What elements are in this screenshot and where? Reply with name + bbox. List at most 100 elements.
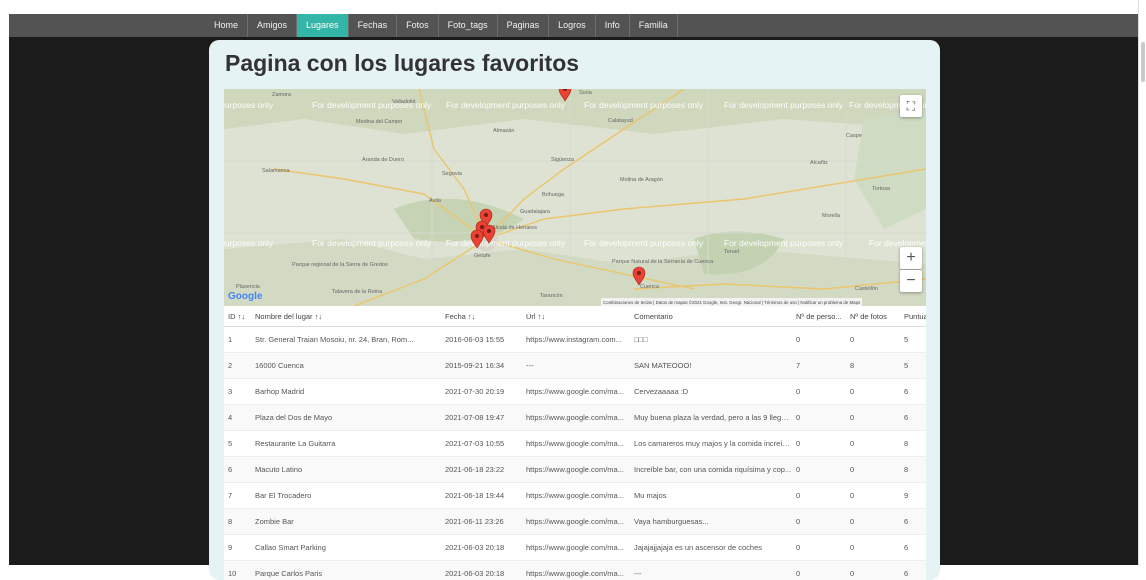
map-watermark: For development purposes only [224, 238, 274, 248]
content-card: Pagina con los lugares favoritos [209, 40, 940, 580]
column-header-puntuacion: Puntuacion [900, 306, 926, 327]
nav-item-fotos[interactable]: Fotos [397, 14, 439, 37]
map-label-tortosa: Tortosa [872, 186, 891, 192]
map-label-alcala: Alcalá de Henares [492, 225, 537, 231]
map-label-medina: Medina del Campo [356, 119, 402, 125]
map-label-molina: Molina de Aragón [620, 177, 663, 183]
table-cell-id: 7 [224, 483, 251, 509]
map-label-almazan: Almazán [493, 128, 514, 134]
table-cell-puntuacion: 5 [900, 353, 926, 379]
table-cell-url: https://www.google.com/ma... [522, 405, 630, 431]
table-row[interactable]: 1Str. General Traian Mosoiu, nr. 24, Bra… [224, 327, 926, 353]
table-row[interactable]: 5Restaurante La Guitarra2021-07-03 10:55… [224, 431, 926, 457]
map-view[interactable]: For development purposes only For develo… [224, 89, 926, 306]
table-cell-fecha: 2016-06-03 15:55 [441, 327, 522, 353]
table-row[interactable]: 8Zombie Bar2021-06-11 23:26https://www.g… [224, 509, 926, 535]
nav-item-lugares[interactable]: Lugares [297, 14, 349, 37]
nav-item-amigos[interactable]: Amigos [248, 14, 297, 37]
table-cell-fecha: 2021-06-18 19:44 [441, 483, 522, 509]
table-cell-comentario: Muy buena plaza la verdad, pero a las 9 … [630, 405, 792, 431]
table-cell-url: https://www.google.com/ma... [522, 535, 630, 561]
map-canvas[interactable]: For development purposes only For develo… [224, 89, 926, 306]
table-cell-nombre: Callao Smart Parking [251, 535, 441, 561]
table-cell-nombre: Zombie Bar [251, 509, 441, 535]
map-label-valladolid: Valladolid [392, 99, 415, 105]
table-cell-personas: 0 [792, 405, 846, 431]
nav-item-info[interactable]: Info [596, 14, 630, 37]
table-cell-comentario: Vaya hamburguesas... [630, 509, 792, 535]
table-cell-nombre: Restaurante La Guitarra [251, 431, 441, 457]
table-cell-id: 10 [224, 561, 251, 580]
scrollbar-thumb[interactable] [1141, 42, 1145, 82]
table-cell-comentario: SAN MATEOOO! [630, 353, 792, 379]
table-cell-url: https://www.google.com/ma... [522, 561, 630, 580]
column-header-id[interactable]: ID ↑↓ [224, 306, 251, 327]
table-cell-id: 3 [224, 379, 251, 405]
column-header-nombre[interactable]: Nombre del lugar ↑↓ [251, 306, 441, 327]
fullscreen-icon[interactable]: ⛶ [900, 95, 922, 117]
table-row[interactable]: 4Plaza del Dos de Mayo2021-07-08 19:47ht… [224, 405, 926, 431]
google-logo[interactable]: Google [228, 291, 262, 302]
table-cell-fotos: 0 [846, 483, 900, 509]
table-cell-fotos: 0 [846, 405, 900, 431]
nav-item-home[interactable]: Home [205, 14, 248, 37]
nav-item-familia[interactable]: Familia [630, 14, 678, 37]
table-cell-fotos: 8 [846, 353, 900, 379]
map-watermark: For development purposes only [584, 100, 704, 110]
table-row[interactable]: 10Parque Carlos Paris2021-06-03 20:18htt… [224, 561, 926, 580]
table-cell-fecha: 2021-06-03 20:18 [441, 561, 522, 580]
map-watermark: For development purposes only [584, 238, 704, 248]
zoom-out-button[interactable]: − [900, 270, 922, 292]
app-window: Home Amigos Lugares Fechas Fotos Foto_ta… [0, 0, 1146, 565]
left-gutter [0, 0, 9, 565]
map-label-caspe: Caspe [846, 133, 862, 139]
table-cell-fotos: 0 [846, 561, 900, 580]
column-header-url[interactable]: Url ↑↓ [522, 306, 630, 327]
nav-item-logros[interactable]: Logros [549, 14, 596, 37]
table-cell-url: https://www.instagram.com... [522, 327, 630, 353]
table-cell-id: 2 [224, 353, 251, 379]
table-row[interactable]: 9Callao Smart Parking2021-06-03 20:18htt… [224, 535, 926, 561]
table-cell-nombre: Bar El Trocadero [251, 483, 441, 509]
map-watermark: For development purposes only [312, 238, 432, 248]
main-nav: Home Amigos Lugares Fechas Fotos Foto_ta… [205, 14, 678, 37]
table-row[interactable]: 7Bar El Trocadero2021-06-18 19:44https:/… [224, 483, 926, 509]
map-label-plasencia: Plasencia [236, 284, 261, 290]
places-table-container: ID ↑↓Nombre del lugar ↑↓Fecha ↑↓Url ↑↓Co… [224, 306, 926, 580]
zoom-in-button[interactable]: + [900, 247, 922, 269]
table-cell-puntuacion: 6 [900, 379, 926, 405]
map-watermark: For development purposes only [724, 100, 844, 110]
map-watermark: For development purposes only [446, 238, 566, 248]
table-cell-fecha: 2015-09-21 16:34 [441, 353, 522, 379]
table-row[interactable]: 3Barhop Madrid2021-07-30 20:19https://ww… [224, 379, 926, 405]
vertical-scrollbar[interactable] [1138, 0, 1146, 565]
table-cell-fecha: 2021-07-30 20:19 [441, 379, 522, 405]
table-cell-id: 6 [224, 457, 251, 483]
map-label-teruel: Teruel [724, 249, 739, 255]
table-cell-personas: 0 [792, 457, 846, 483]
table-cell-comentario: □□□ [630, 327, 792, 353]
column-header-fecha[interactable]: Fecha ↑↓ [441, 306, 522, 327]
column-header-comentario: Comentario [630, 306, 792, 327]
map-label-salamanca: Salamanca [262, 168, 290, 174]
map-attribution[interactable]: Combinaciones de teclas | Datos de mapas… [601, 298, 862, 306]
table-cell-id: 9 [224, 535, 251, 561]
table-header-row: ID ↑↓Nombre del lugar ↑↓Fecha ↑↓Url ↑↓Co… [224, 306, 926, 327]
map-label-alcaniz: Alcañiz [810, 160, 828, 166]
table-cell-id: 1 [224, 327, 251, 353]
nav-item-foto-tags[interactable]: Foto_tags [439, 14, 498, 37]
map-label-castellon: Castellón [855, 286, 878, 292]
nav-item-paginas[interactable]: Paginas [498, 14, 550, 37]
table-cell-comentario: Increíble bar, con una comida riquísima … [630, 457, 792, 483]
map-label-talavera: Talavera de la Reina [332, 289, 383, 295]
map-label-aranda: Aranda de Duero [362, 157, 404, 163]
table-cell-fecha: 2021-07-03 10:55 [441, 431, 522, 457]
table-cell-url: https://www.google.com/ma... [522, 483, 630, 509]
nav-item-fechas[interactable]: Fechas [349, 14, 398, 37]
table-cell-personas: 0 [792, 431, 846, 457]
table-row[interactable]: 216000 Cuenca2015-09-21 16:34---SAN MATE… [224, 353, 926, 379]
table-cell-fotos: 0 [846, 327, 900, 353]
table-row[interactable]: 6Macuto Latino2021-06-18 23:22https://ww… [224, 457, 926, 483]
map-label-segovia: Segovia [442, 171, 463, 177]
table-cell-personas: 0 [792, 535, 846, 561]
